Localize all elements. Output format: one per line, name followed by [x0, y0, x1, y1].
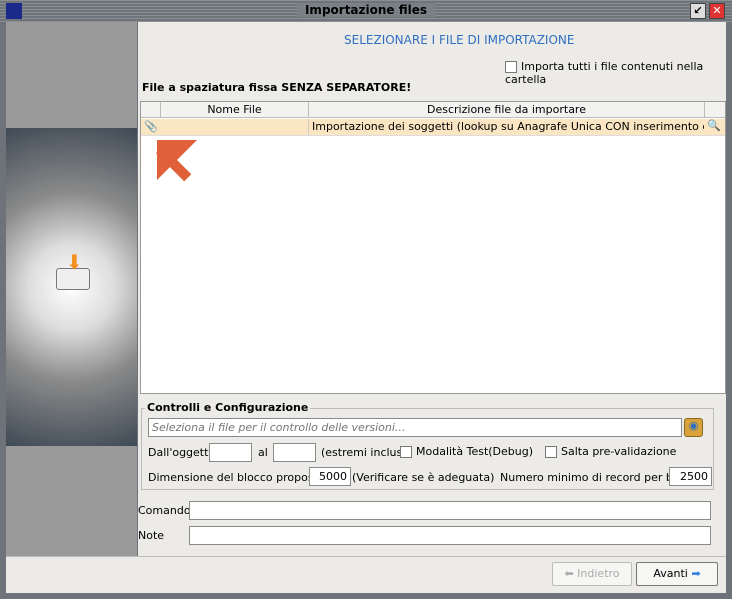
next-label: Avanti [653, 567, 688, 580]
block-hint: (Verificare se è adeguata) [352, 471, 495, 484]
down-arrow-icon: ⬇ [66, 250, 83, 274]
description-cell: Importazione dei soggetti (lookup su Ana… [312, 120, 704, 133]
note-label: Note [138, 529, 165, 542]
table-row[interactable]: 📎 Importazione dei soggetti (lookup su A… [141, 119, 725, 136]
version-file-input[interactable] [148, 418, 682, 437]
file-attach-icon[interactable]: 📎 [144, 120, 158, 133]
column-header-descrizione[interactable]: Descrizione file da importare [309, 102, 705, 118]
block-size-input[interactable] [309, 467, 351, 486]
browse-icon[interactable]: ◉ [684, 418, 703, 437]
checkbox-box[interactable] [545, 446, 557, 458]
search-column-header [705, 102, 725, 118]
test-mode-label: Modalità Test(Debug) [416, 445, 534, 458]
files-table: Nome File Descrizione file da importare … [140, 101, 726, 394]
command-label: Comando [138, 504, 191, 517]
back-label: Indietro [577, 567, 620, 580]
restore-button[interactable]: ↙ [690, 3, 706, 19]
close-button[interactable]: ✕ [709, 3, 725, 19]
back-arrow-icon: ⬅ [564, 567, 578, 580]
note-input[interactable] [189, 526, 711, 545]
import-all-checkbox[interactable]: Importa tutti i file contenuti nella car… [505, 60, 732, 86]
page-title: SELEZIONARE I FILE DI IMPORTAZIONE [344, 33, 575, 47]
inclusive-label: (estremi inclusi) [321, 446, 410, 459]
min-records-input[interactable] [669, 467, 712, 486]
back-button[interactable]: ⬅ Indietro [552, 562, 632, 586]
from-input[interactable] [209, 443, 252, 462]
import-all-label: Importa tutti i file contenuti nella car… [505, 60, 704, 86]
search-icon[interactable]: 🔍 [707, 119, 721, 132]
block-size-label: Dimensione del blocco proposta [148, 471, 325, 484]
next-button[interactable]: Avanti ➡ [636, 562, 718, 586]
skip-validation-label: Salta pre-validazione [561, 445, 677, 458]
skip-validation-checkbox[interactable]: Salta pre-validazione [545, 445, 676, 458]
checkbox-box[interactable] [400, 446, 412, 458]
import-illustration: ⬇ [6, 128, 137, 446]
to-label: al [258, 446, 268, 459]
from-label: Dall'oggetto [148, 446, 216, 459]
checkbox-box[interactable] [505, 61, 517, 73]
file-name-cell[interactable] [161, 119, 309, 135]
warning-text: File a spaziatura fissa SENZA SEPARATORE… [142, 81, 412, 94]
next-arrow-icon: ➡ [687, 567, 701, 580]
command-input[interactable] [189, 501, 711, 520]
column-header-nome-file[interactable]: Nome File [161, 102, 309, 118]
test-mode-checkbox[interactable]: Modalità Test(Debug) [400, 445, 533, 458]
icon-column-header [141, 102, 161, 118]
config-group-title: Controlli e Configurazione [145, 401, 311, 414]
window-title: Importazione files [296, 3, 436, 17]
to-input[interactable] [273, 443, 316, 462]
